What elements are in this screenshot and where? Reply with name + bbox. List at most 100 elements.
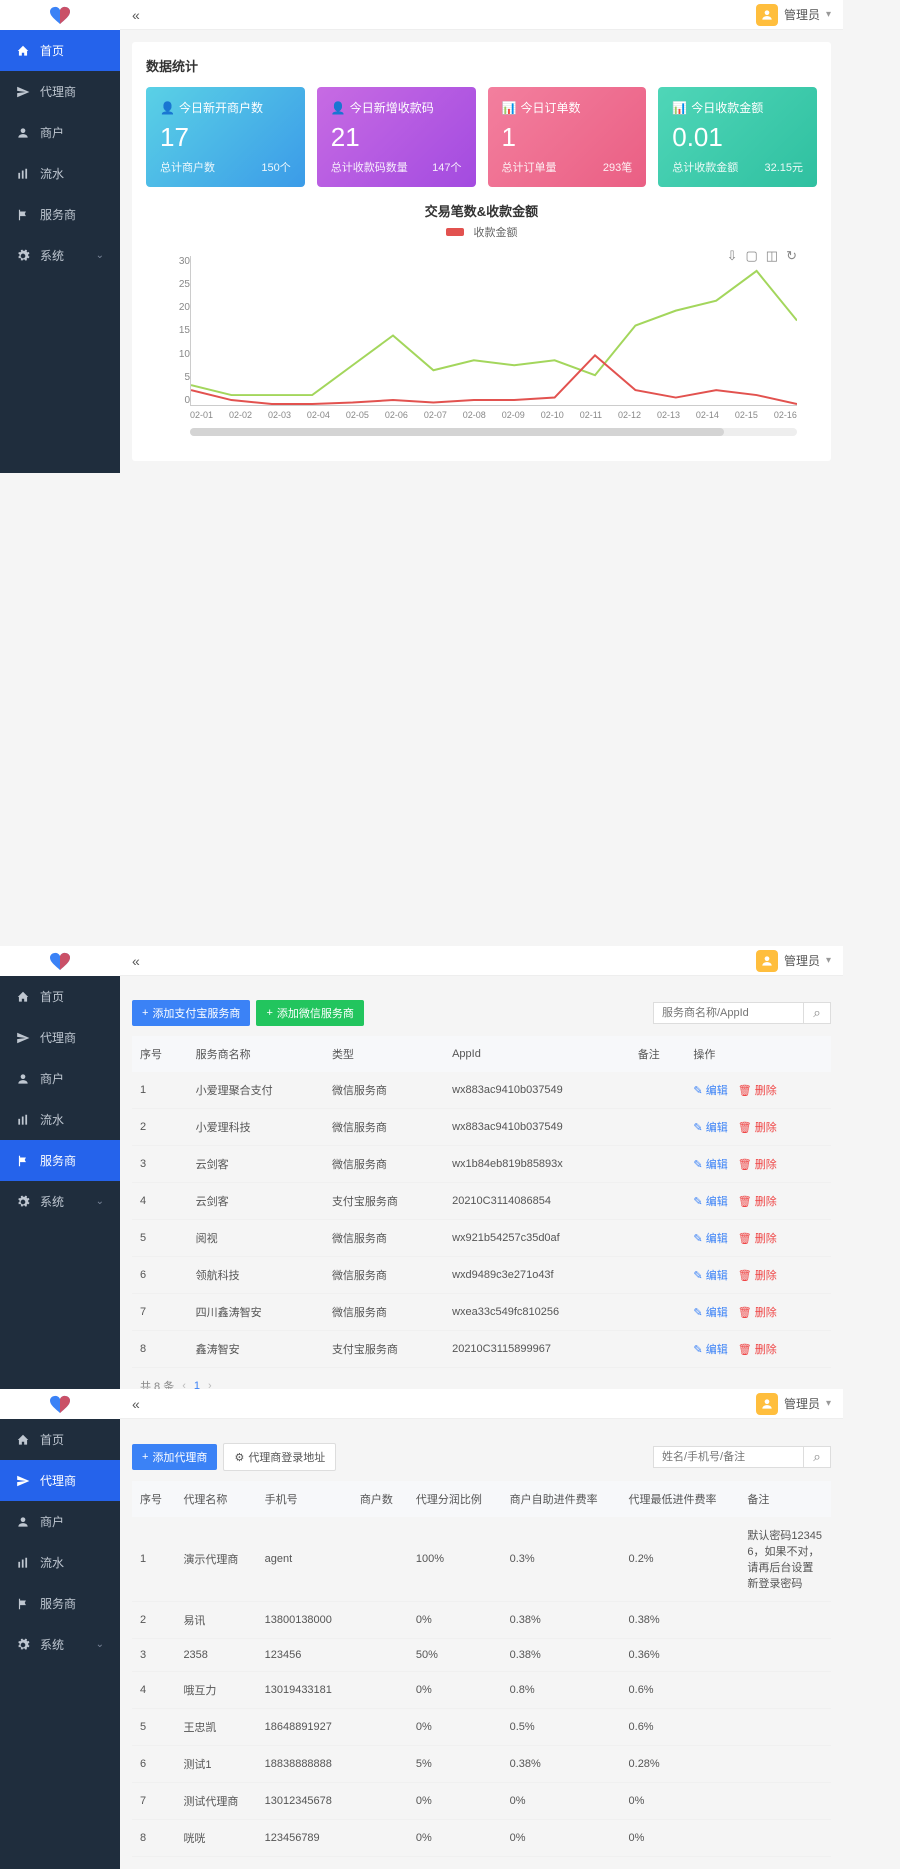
add-alipay-provider-button[interactable]: +添加支付宝服务商 — [132, 1000, 250, 1026]
sidebar-item-home[interactable]: 首页 — [0, 1419, 120, 1460]
edit-link[interactable]: ✎ 编辑 — [693, 1344, 727, 1356]
stat-card: 📊今日收款金额0.01总计收款金额32.15元 — [658, 87, 817, 187]
delete-link[interactable]: 🗑 删除 — [738, 1344, 777, 1356]
column-header: 备注 — [630, 1036, 686, 1072]
user-dropdown[interactable]: 管理员 ▾ — [756, 1393, 831, 1415]
search-input[interactable] — [653, 1002, 803, 1024]
chart-plot[interactable] — [190, 256, 797, 406]
edit-link[interactable]: ✎ 编辑 — [693, 1307, 727, 1319]
edit-link[interactable]: ✎ 编辑 — [693, 1122, 727, 1134]
delete-link[interactable]: 🗑 删除 — [738, 1122, 777, 1134]
content-area: +添加支付宝服务商 +添加微信服务商 ⌕ 序号服务商名称类型AppId备注操作 … — [120, 976, 843, 1389]
edit-link[interactable]: ✎ 编辑 — [693, 1196, 727, 1208]
sidebar-item-home[interactable]: 首页 — [0, 30, 120, 71]
sidebar-item-user[interactable]: 商户 — [0, 1501, 120, 1542]
sidebar-item-label: 商户 — [40, 1513, 64, 1530]
content-area: 数据统计 👤今日新开商户数17总计商户数150个👤今日新增收款码21总计收款码数… — [120, 30, 843, 473]
add-wechat-provider-button[interactable]: +添加微信服务商 — [256, 1000, 363, 1026]
edit-link[interactable]: ✎ 编辑 — [693, 1085, 727, 1097]
x-tick: 02-07 — [424, 410, 447, 420]
search-icon: ⌕ — [813, 1005, 820, 1020]
total-label: 共 8 条 — [140, 1378, 174, 1389]
topbar: « 管理员 ▾ — [120, 1389, 843, 1419]
collapse-sidebar-button[interactable]: « — [132, 953, 140, 969]
delete-link[interactable]: 🗑 删除 — [738, 1307, 777, 1319]
sidebar-item-label: 流水 — [40, 1111, 64, 1128]
next-page[interactable]: › — [208, 1380, 212, 1389]
delete-link[interactable]: 🗑 删除 — [738, 1233, 777, 1245]
sidebar-item-send[interactable]: 代理商 — [0, 1017, 120, 1058]
delete-link[interactable]: 🗑 删除 — [738, 1270, 777, 1282]
stat-card: 📊今日订单数1总计订单量293笔 — [488, 87, 647, 187]
x-tick: 02-14 — [696, 410, 719, 420]
add-agent-button[interactable]: +添加代理商 — [132, 1444, 217, 1470]
stat-sublabel: 总计商户数 — [160, 159, 215, 175]
sidebar-item-gear[interactable]: 系统⌄ — [0, 1181, 120, 1222]
sidebar-item-gear[interactable]: 系统 ⌄ — [0, 235, 120, 276]
plus-icon: + — [266, 1007, 272, 1019]
edit-link[interactable]: ✎ 编辑 — [693, 1233, 727, 1245]
plus-icon: + — [142, 1451, 148, 1463]
plus-icon: + — [142, 1007, 148, 1019]
collapse-sidebar-button[interactable]: « — [132, 7, 140, 23]
logo — [0, 1389, 120, 1419]
page-number[interactable]: 1 — [194, 1380, 200, 1389]
delete-link[interactable]: 🗑 删除 — [738, 1196, 777, 1208]
gear-icon: ⚙ — [234, 1451, 244, 1464]
sidebar-item-send[interactable]: 代理商 — [0, 71, 120, 112]
x-tick: 02-16 — [774, 410, 797, 420]
sidebar-item-label: 代理商 — [40, 1472, 76, 1489]
edit-link[interactable]: ✎ 编辑 — [693, 1270, 727, 1282]
agent-login-url-button[interactable]: ⚙代理商登录地址 — [223, 1443, 336, 1471]
flag-icon — [16, 1154, 30, 1168]
column-header: 商户数 — [352, 1481, 408, 1517]
sidebar-item-label: 商户 — [40, 124, 64, 141]
sidebar-item-user[interactable]: 商户 — [0, 1058, 120, 1099]
delete-link[interactable]: 🗑 删除 — [738, 1085, 777, 1097]
sidebar-item-user[interactable]: 商户 — [0, 112, 120, 153]
y-axis: 302520151050 — [166, 256, 190, 406]
search-input[interactable] — [653, 1446, 803, 1468]
stats-title: 数据统计 — [146, 56, 817, 75]
sidebar-item-label: 首页 — [40, 988, 64, 1005]
sidebar-item-home[interactable]: 首页 — [0, 976, 120, 1017]
chevron-down-icon: ⌄ — [96, 250, 104, 261]
collapse-sidebar-button[interactable]: « — [132, 1396, 140, 1412]
sidebar-item-label: 首页 — [40, 1431, 64, 1448]
sidebar-item-gear[interactable]: 系统⌄ — [0, 1624, 120, 1665]
user-dropdown[interactable]: 管理员 ▾ — [756, 4, 831, 26]
sidebar-item-bars[interactable]: 流水 — [0, 1099, 120, 1140]
x-tick: 02-06 — [385, 410, 408, 420]
x-tick: 02-10 — [541, 410, 564, 420]
legend-label: 收款金额 — [474, 224, 518, 240]
sidebar: 首页代理商商户流水服务商系统⌄ — [0, 946, 120, 1389]
sidebar-item-flag[interactable]: 服务商 — [0, 1140, 120, 1181]
sidebar-item-label: 流水 — [40, 1554, 64, 1571]
column-header: 序号 — [132, 1036, 188, 1072]
flag-icon — [16, 1597, 30, 1611]
prev-page[interactable]: ‹ — [182, 1380, 186, 1389]
search-button[interactable]: ⌕ — [803, 1002, 831, 1024]
sidebar-item-label: 系统 — [40, 1636, 64, 1653]
x-axis: 02-0102-0202-0302-0402-0502-0602-0702-08… — [190, 410, 797, 420]
user-icon — [16, 1515, 30, 1529]
user-dropdown[interactable]: 管理员 ▾ — [756, 950, 831, 972]
stat-title: 👤今日新增收款码 — [331, 99, 462, 116]
sidebar-item-flag[interactable]: 服务商 — [0, 194, 120, 235]
sidebar-item-flag[interactable]: 服务商 — [0, 1583, 120, 1624]
sidebar-item-label: 系统 — [40, 247, 64, 264]
table-row: 8咣咣1234567890%0%0% — [132, 1820, 831, 1857]
edit-link[interactable]: ✎ 编辑 — [693, 1159, 727, 1171]
stat-value: 21 — [331, 122, 462, 153]
delete-link[interactable]: 🗑 删除 — [738, 1159, 777, 1171]
search-button[interactable]: ⌕ — [803, 1446, 831, 1468]
heart-logo-icon — [46, 949, 74, 973]
horizontal-scrollbar[interactable] — [190, 428, 797, 436]
sidebar-item-send[interactable]: 代理商 — [0, 1460, 120, 1501]
table-row: 1小爱理聚合支付微信服务商wx883ac9410b037549✎ 编辑🗑 删除 — [132, 1072, 831, 1109]
sidebar-item-bars[interactable]: 流水 — [0, 153, 120, 194]
stat-icon: 📊 — [672, 101, 687, 115]
search-wrap: ⌕ — [653, 1446, 831, 1468]
sidebar-item-bars[interactable]: 流水 — [0, 1542, 120, 1583]
user-role-label: 管理员 — [784, 952, 820, 969]
